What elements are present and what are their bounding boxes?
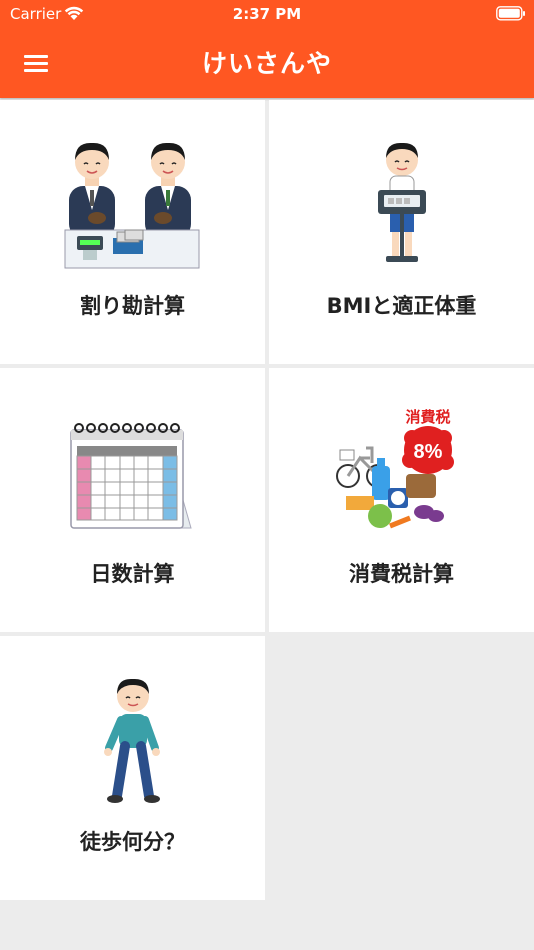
status-time: 2:37 PM (232, 5, 302, 23)
tax-badge-title: 消費税 (405, 408, 450, 426)
tile-bill-split[interactable]: 割り勘計算 (0, 100, 265, 364)
bill-split-illustration (0, 100, 265, 280)
tile-day-count[interactable]: 日数計算 (0, 368, 265, 632)
tile-label: 日数計算 (90, 562, 175, 586)
walking-person-illustration (0, 636, 265, 816)
status-bar: Carrier 2:37 PM (0, 0, 534, 30)
tax-badge-rate: 8% (413, 441, 442, 463)
tile-label: BMIと適正体重 (326, 294, 477, 318)
page-title: けいさんや (201, 49, 332, 78)
tile-walking-time[interactable]: 徒歩何分？ (0, 636, 265, 900)
weighing-scale-illustration (269, 100, 534, 280)
tile-bmi[interactable]: BMIと適正体重 (269, 100, 534, 364)
tile-label: 割り勘計算 (80, 294, 185, 318)
tile-label: 消費税計算 (349, 562, 454, 586)
consumption-tax-illustration: 消費税 8% (269, 368, 534, 548)
tile-label: 徒歩何分？ (80, 830, 185, 854)
tile-consumption-tax[interactable]: 消費税 8% 消費税計算 (269, 368, 534, 632)
calendar-illustration (0, 368, 265, 548)
battery-icon (496, 6, 525, 21)
navigation-bar: けいさんや (0, 30, 534, 98)
app-header: Carrier 2:37 PM けいさんや (0, 0, 534, 98)
